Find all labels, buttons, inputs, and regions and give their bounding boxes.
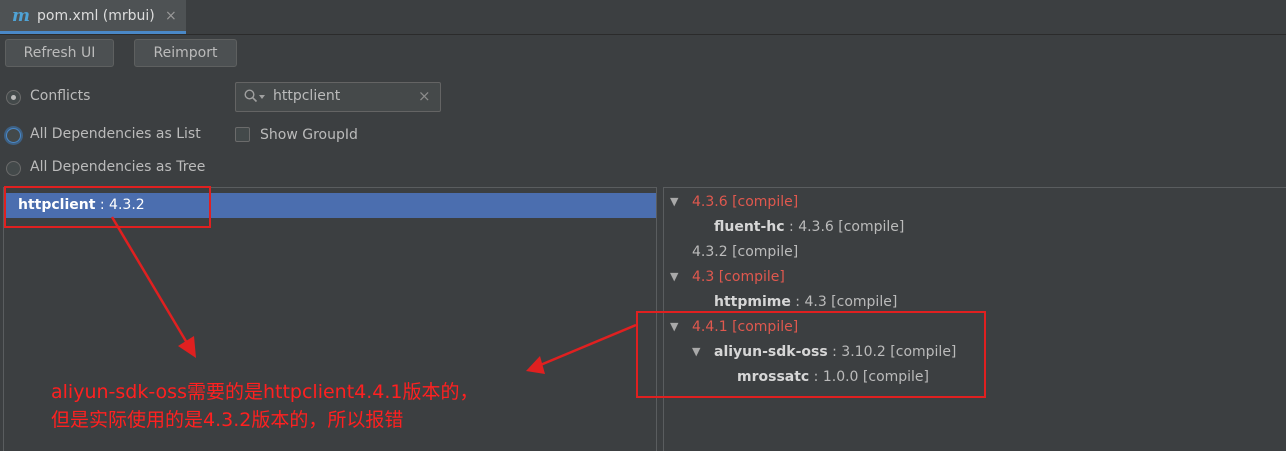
expand-arrow-icon[interactable]: ▼ — [670, 195, 678, 208]
tab-pom-xml[interactable]: m pom.xml (mrbui) × — [0, 0, 186, 34]
maven-icon: m — [12, 6, 30, 26]
all-dependencies-list-label[interactable]: All Dependencies as List — [30, 126, 201, 142]
show-groupid-checkbox[interactable] — [235, 127, 250, 142]
show-groupid-label[interactable]: Show GroupId — [260, 127, 358, 143]
search-input[interactable]: httpclient × — [235, 82, 441, 112]
editor-tab-bar: m pom.xml (mrbui) × — [0, 0, 1286, 35]
search-history-dropdown-icon[interactable] — [259, 95, 265, 99]
search-icon — [244, 89, 258, 103]
tree-node-version: : 4.3.6 [compile] — [784, 219, 905, 235]
all-dependencies-list-radio[interactable] — [6, 128, 21, 143]
tree-node-label: 4.3 [compile] — [692, 269, 785, 285]
annotation-highlight-box — [4, 186, 211, 228]
conflicts-label[interactable]: Conflicts — [30, 88, 90, 104]
all-dependencies-tree-label[interactable]: All Dependencies as Tree — [30, 159, 205, 175]
reimport-button[interactable]: Reimport — [134, 39, 237, 67]
annotation-highlight-box — [636, 311, 986, 398]
tree-node-artifact: fluent-hc — [714, 219, 785, 235]
conflicts-radio[interactable] — [6, 90, 21, 105]
all-dependencies-tree-radio[interactable] — [6, 161, 21, 176]
close-icon[interactable]: × — [165, 8, 177, 24]
annotation-text-line1: aliyun-sdk-oss需要的是httpclient4.4.1版本的， — [51, 381, 479, 403]
tree-node-version: : 4.3 [compile] — [790, 294, 898, 310]
clear-search-icon[interactable]: × — [418, 87, 431, 105]
tree-node-label: 4.3.6 [compile] — [692, 194, 799, 210]
tree-node-label: 4.3.2 [compile] — [692, 244, 799, 260]
tab-title: pom.xml (mrbui) — [37, 8, 155, 24]
refresh-ui-button[interactable]: Refresh UI — [5, 39, 114, 67]
expand-arrow-icon[interactable]: ▼ — [670, 270, 678, 283]
annotation-text-line2: 但是实际使用的是4.3.2版本的，所以报错 — [51, 409, 404, 431]
search-value[interactable]: httpclient — [273, 88, 340, 104]
tree-node-artifact: httpmime — [714, 294, 791, 310]
